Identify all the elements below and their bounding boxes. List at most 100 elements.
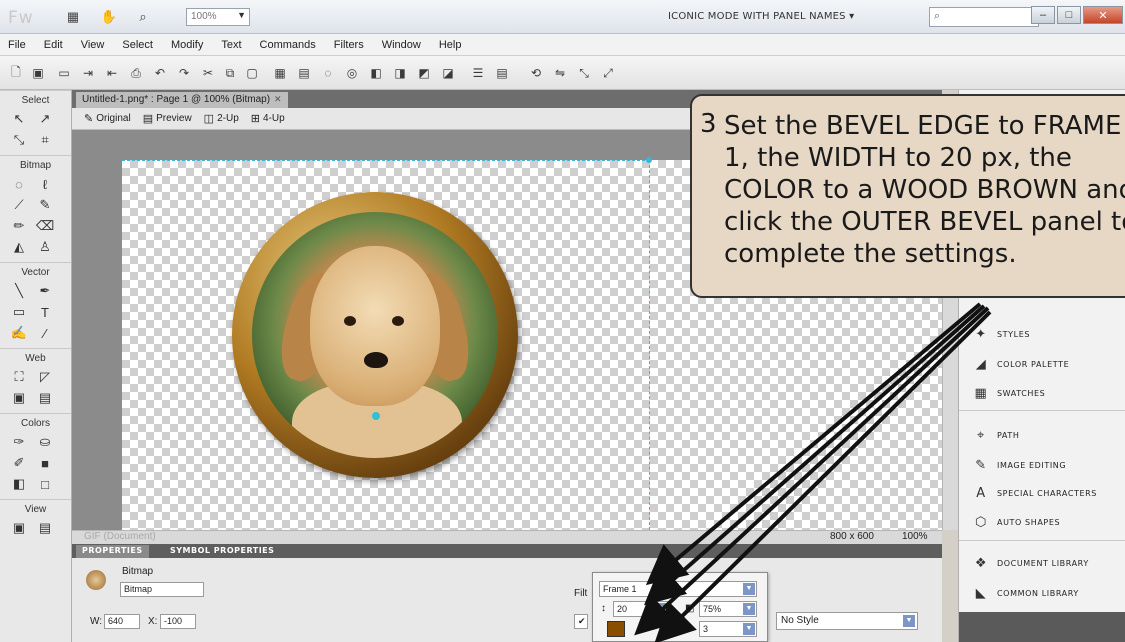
menu-select[interactable]: Select: [122, 39, 153, 51]
two-up-view-button[interactable]: ◫ 2-Up: [204, 112, 239, 125]
bring-to-front-icon[interactable]: ◧: [368, 65, 384, 81]
marquee-tool-icon[interactable]: ◌: [10, 175, 28, 193]
menu-window[interactable]: Window: [382, 39, 421, 51]
panel-swatches[interactable]: ▦ SWATCHES: [973, 382, 1045, 404]
style-select[interactable]: No Style ▼: [776, 612, 918, 630]
rubber-stamp-tool-icon[interactable]: ♙: [36, 238, 54, 256]
copy-icon[interactable]: ⧉: [222, 65, 238, 81]
fill-color-icon[interactable]: ■: [36, 454, 54, 472]
no-color-icon[interactable]: □: [36, 475, 54, 493]
paste-icon[interactable]: ▢: [244, 65, 260, 81]
minimize-button[interactable]: –: [1031, 6, 1055, 24]
lasso-tool-icon[interactable]: ℓ: [36, 175, 54, 193]
menu-edit[interactable]: Edit: [44, 39, 63, 51]
rotate-icon[interactable]: ⟲: [528, 65, 544, 81]
hide-slices-icon[interactable]: ▣: [10, 389, 28, 407]
close-button[interactable]: ✕: [1083, 6, 1123, 24]
outer-bevel-popup[interactable]: Frame 1 ▼ ↕ 20 ▼ ◧ 75% ▼ ● 3 ▼: [592, 572, 768, 642]
flip-icon[interactable]: ⇋: [552, 65, 568, 81]
magic-wand-tool-icon[interactable]: ⟋: [10, 196, 28, 214]
menu-view[interactable]: View: [81, 39, 105, 51]
pencil-tool-icon[interactable]: ✏: [10, 217, 28, 235]
align-menu-icon[interactable]: ▤: [494, 65, 510, 81]
menu-commands[interactable]: Commands: [260, 39, 316, 51]
layout-icon[interactable]: ▦: [64, 9, 82, 25]
filter-enabled-checkbox[interactable]: ✔: [574, 614, 588, 629]
menu-file[interactable]: File: [8, 39, 26, 51]
open-icon[interactable]: ▭: [56, 65, 72, 81]
cut-icon[interactable]: ✂: [200, 65, 216, 81]
crop-tool-icon[interactable]: ⌗: [36, 131, 54, 149]
close-tab-icon[interactable]: ✕: [274, 94, 282, 105]
full-screen-mode-icon[interactable]: ▤: [36, 519, 54, 537]
panel-document-library[interactable]: ❖ DOCUMENT LIBRARY: [973, 552, 1089, 574]
save-icon[interactable]: ▣: [30, 65, 46, 81]
panel-auto-shapes[interactable]: ⬡ AUTO SHAPES: [973, 511, 1060, 533]
preview-view-button[interactable]: ▤ Preview: [143, 112, 192, 125]
zoom-select[interactable]: 100% ▼: [186, 8, 250, 26]
eraser-tool-icon[interactable]: ⌫: [36, 217, 54, 235]
tab-symbol-properties[interactable]: SYMBOL PROPERTIES: [164, 545, 280, 558]
standard-screen-mode-icon[interactable]: ▣: [10, 519, 28, 537]
panel-image-editing[interactable]: ✎ IMAGE EDITING: [973, 454, 1066, 476]
zoom-icon[interactable]: ⌕: [134, 9, 152, 25]
join-icon[interactable]: ◌: [320, 65, 336, 81]
line-tool-icon[interactable]: ╲: [10, 282, 28, 300]
help-search-input[interactable]: ⌕: [929, 7, 1039, 27]
tab-properties[interactable]: PROPERTIES: [76, 545, 149, 558]
panel-path[interactable]: ⌖ PATH: [973, 424, 1019, 446]
object-name-field[interactable]: Bitmap: [120, 582, 204, 597]
send-to-back-icon[interactable]: ◪: [440, 65, 456, 81]
subselect-tool-icon[interactable]: ↗: [36, 110, 54, 128]
align-icon[interactable]: ☰: [470, 65, 486, 81]
width-field[interactable]: 640: [104, 614, 140, 629]
default-colors-icon[interactable]: ◧: [10, 475, 28, 493]
eyedropper-tool-icon[interactable]: ✑: [10, 433, 28, 451]
slice-tool-icon[interactable]: ◸: [36, 368, 54, 386]
redo-icon[interactable]: ↷: [176, 65, 192, 81]
original-view-button[interactable]: ✎ Original: [84, 112, 131, 125]
panel-special-characters[interactable]: A SPECIAL CHARACTERS: [973, 482, 1097, 504]
distort-icon[interactable]: ⤢: [600, 65, 616, 81]
bevel-softness-select[interactable]: 3 ▼: [699, 621, 757, 637]
text-tool-icon[interactable]: T: [36, 303, 54, 321]
ungroup-icon[interactable]: ▤: [296, 65, 312, 81]
four-up-view-button[interactable]: ⊞ 4-Up: [251, 112, 285, 125]
bring-forward-icon[interactable]: ◨: [392, 65, 408, 81]
bevel-edge-select[interactable]: Frame 1 ▼: [599, 581, 757, 597]
import-icon[interactable]: ⇥: [80, 65, 96, 81]
menu-filters[interactable]: Filters: [334, 39, 364, 51]
x-field[interactable]: -100: [160, 614, 196, 629]
blur-tool-icon[interactable]: ◭: [10, 238, 28, 256]
guide-vertical[interactable]: [649, 160, 650, 530]
bevel-color-swatch[interactable]: [607, 621, 625, 637]
workspace-mode-label[interactable]: ICONIC MODE WITH PANEL NAMES ▾: [668, 11, 854, 22]
menu-text[interactable]: Text: [221, 39, 241, 51]
undo-icon[interactable]: ↶: [152, 65, 168, 81]
guide-handle[interactable]: [646, 157, 652, 163]
menu-help[interactable]: Help: [439, 39, 462, 51]
bevel-width-select[interactable]: 20 ▼: [613, 601, 671, 617]
status-canvas-size[interactable]: 800 x 600: [830, 531, 874, 542]
knife-tool-icon[interactable]: ⁄: [36, 324, 54, 342]
freeform-tool-icon[interactable]: ✍: [10, 324, 28, 342]
paint-bucket-tool-icon[interactable]: ⛀: [36, 433, 54, 451]
stroke-color-icon[interactable]: ✐: [10, 454, 28, 472]
guide-horizontal[interactable]: [122, 160, 650, 161]
canvas-horizontal-scrollbar[interactable]: [72, 530, 942, 544]
menu-modify[interactable]: Modify: [171, 39, 203, 51]
rectangle-tool-icon[interactable]: ▭: [10, 303, 28, 321]
hotspot-tool-icon[interactable]: ⛶: [10, 368, 28, 386]
panel-styles[interactable]: ✦ STYLES: [973, 323, 1030, 345]
new-file-icon[interactable]: 🗋: [8, 65, 24, 81]
group-icon[interactable]: ▦: [272, 65, 288, 81]
panel-color-palette[interactable]: ◢ COLOR PALETTE: [973, 353, 1069, 375]
print-icon[interactable]: ⎙: [128, 65, 144, 81]
send-backward-icon[interactable]: ◩: [416, 65, 432, 81]
bevel-opacity-select[interactable]: 75% ▼: [699, 601, 757, 617]
export-icon[interactable]: ⇤: [104, 65, 120, 81]
beveled-photo-frame[interactable]: [232, 192, 518, 478]
hand-icon[interactable]: ✋: [100, 9, 118, 25]
scale-tool-icon[interactable]: ⤡: [10, 131, 28, 149]
brush-tool-icon[interactable]: ✎: [36, 196, 54, 214]
